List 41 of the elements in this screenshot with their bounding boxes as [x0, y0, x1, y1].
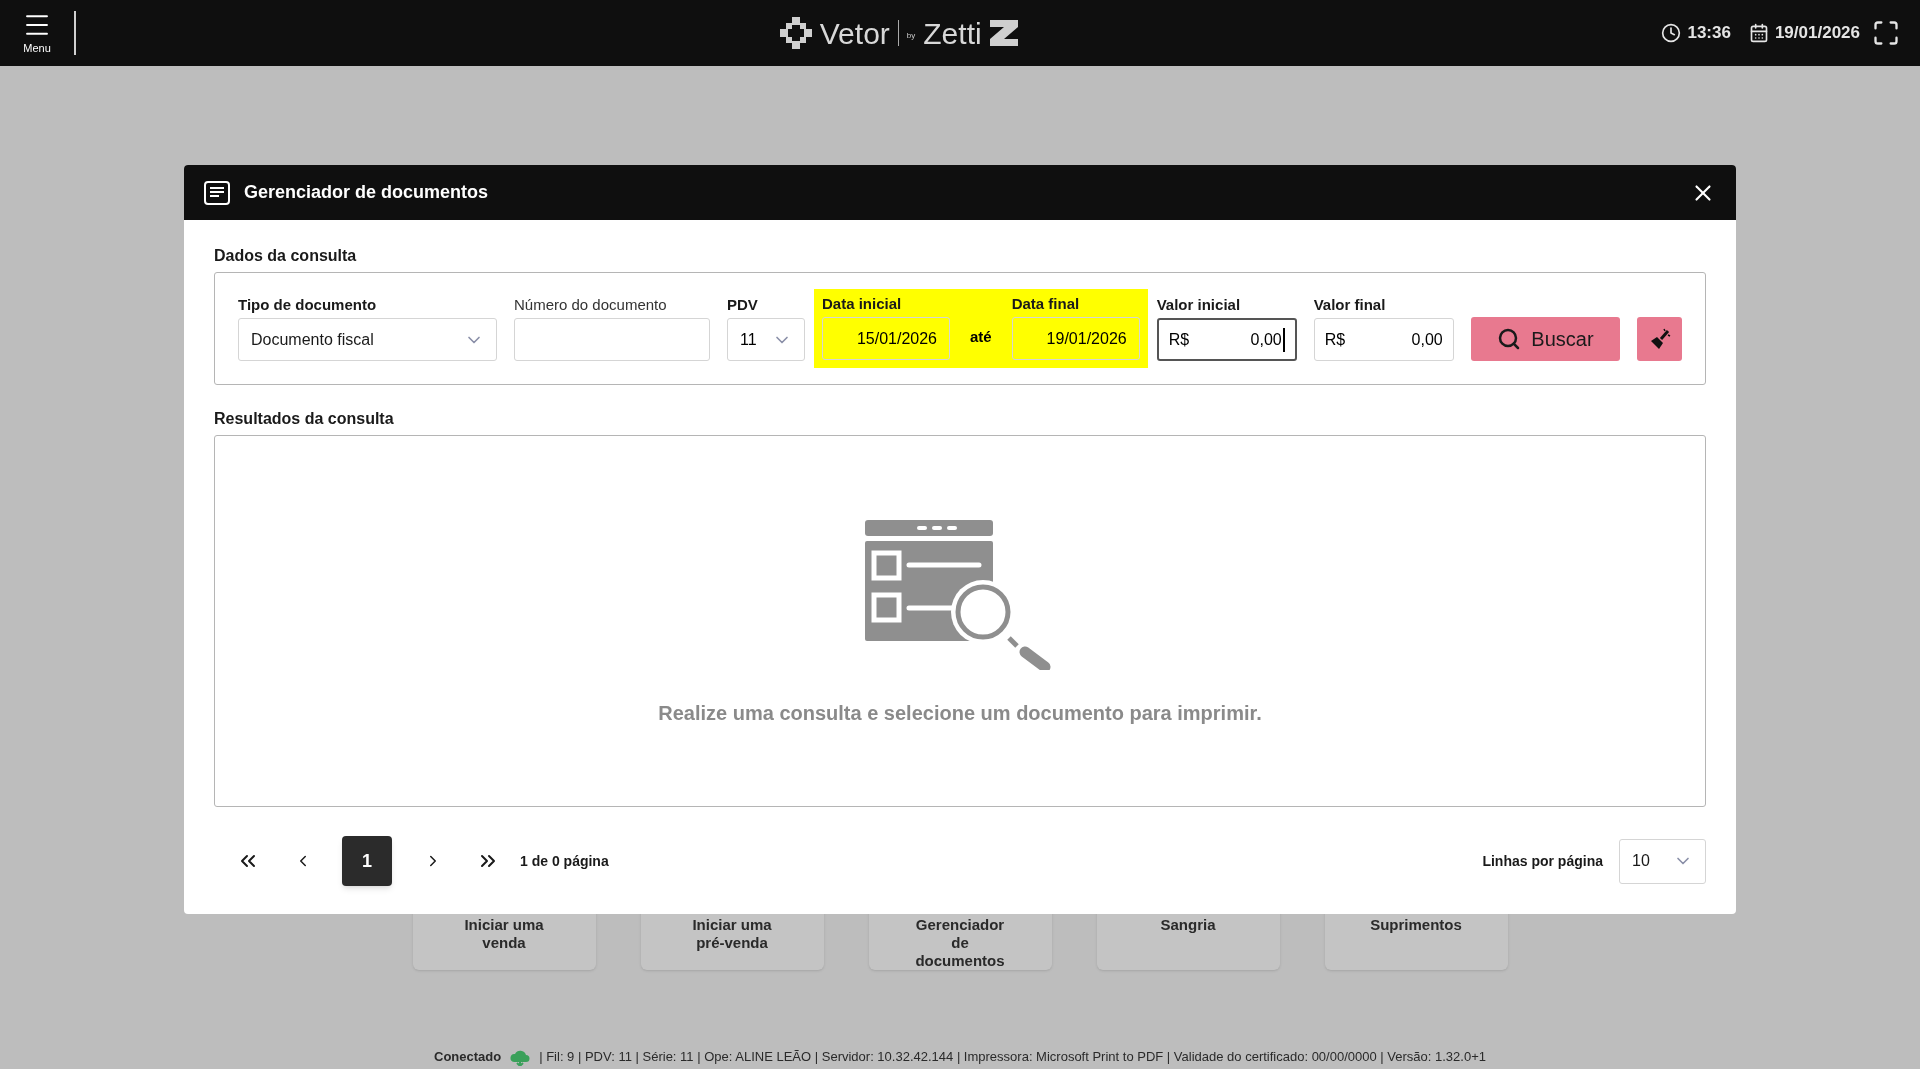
page-button[interactable]: 1: [342, 836, 392, 886]
field-label: Valor final: [1313, 296, 1386, 314]
end-date-field[interactable]: 19/01/2026: [1011, 317, 1140, 360]
document-number-field[interactable]: [514, 318, 710, 361]
partner-logo-icon: [989, 20, 1018, 46]
rows-per-page-label: Linhas por página: [1482, 851, 1603, 871]
clock-icon: [1661, 23, 1682, 43]
field-label: Data final: [1011, 295, 1080, 313]
amount-field[interactable]: R$ 0,00: [1156, 318, 1297, 361]
brand-by: by: [906, 29, 916, 42]
rows-per-page-select[interactable]: 10: [1619, 838, 1706, 884]
date-text: 19/01/2026: [1774, 22, 1860, 45]
page-summary: 1 de 0 página: [520, 851, 609, 871]
search-icon: [1497, 327, 1522, 351]
section-title: Resultados da consulta: [214, 409, 395, 429]
empty-message: Realize uma consulta e selecione um documento para imprimir.: [658, 701, 1262, 726]
field-label: Número do documento: [514, 296, 668, 314]
dialog-title: Gerenciador de documentos: [244, 181, 490, 204]
amount-field[interactable]: R$ 0,00: [1313, 318, 1454, 361]
document-icon: [204, 180, 230, 205]
connection-status: Conectado: [434, 1047, 502, 1066]
brand-name: Vetor: [819, 15, 890, 52]
section-title: Dados da consulta: [214, 246, 358, 266]
fullscreen-icon[interactable]: [1872, 19, 1900, 47]
field-label: Tipo de documento: [238, 296, 377, 314]
calendar-icon: [1748, 23, 1769, 43]
start-date-field[interactable]: 15/01/2026: [822, 317, 950, 360]
search-button[interactable]: Buscar: [1470, 317, 1621, 361]
field-label: Data inicial: [822, 295, 902, 313]
logo-icon: [779, 17, 812, 49]
field-label: Valor inicial: [1156, 296, 1241, 314]
menu-button[interactable]: Menu: [20, 9, 54, 57]
cloud-icon: [509, 1050, 532, 1066]
status-details: | Fil: 9 | PDV: 11 | Série: 11 | Ope: ALINE LEÃO | Servidor: 10.32.42.144 | Impressora: Microsoft Print to PDF | Validade do certificado: 00/00/0000 | Versão: 1.32.0+1: [539, 1047, 1486, 1066]
time-text: 13:36: [1687, 22, 1731, 45]
document-type-select[interactable]: Documento fiscal: [238, 318, 497, 361]
clear-button[interactable]: [1637, 317, 1682, 361]
pdv-select[interactable]: 11: [727, 318, 805, 361]
range-separator: até: [969, 327, 993, 348]
partner-name: Zetti: [923, 15, 982, 52]
field-label: PDV: [727, 296, 758, 314]
